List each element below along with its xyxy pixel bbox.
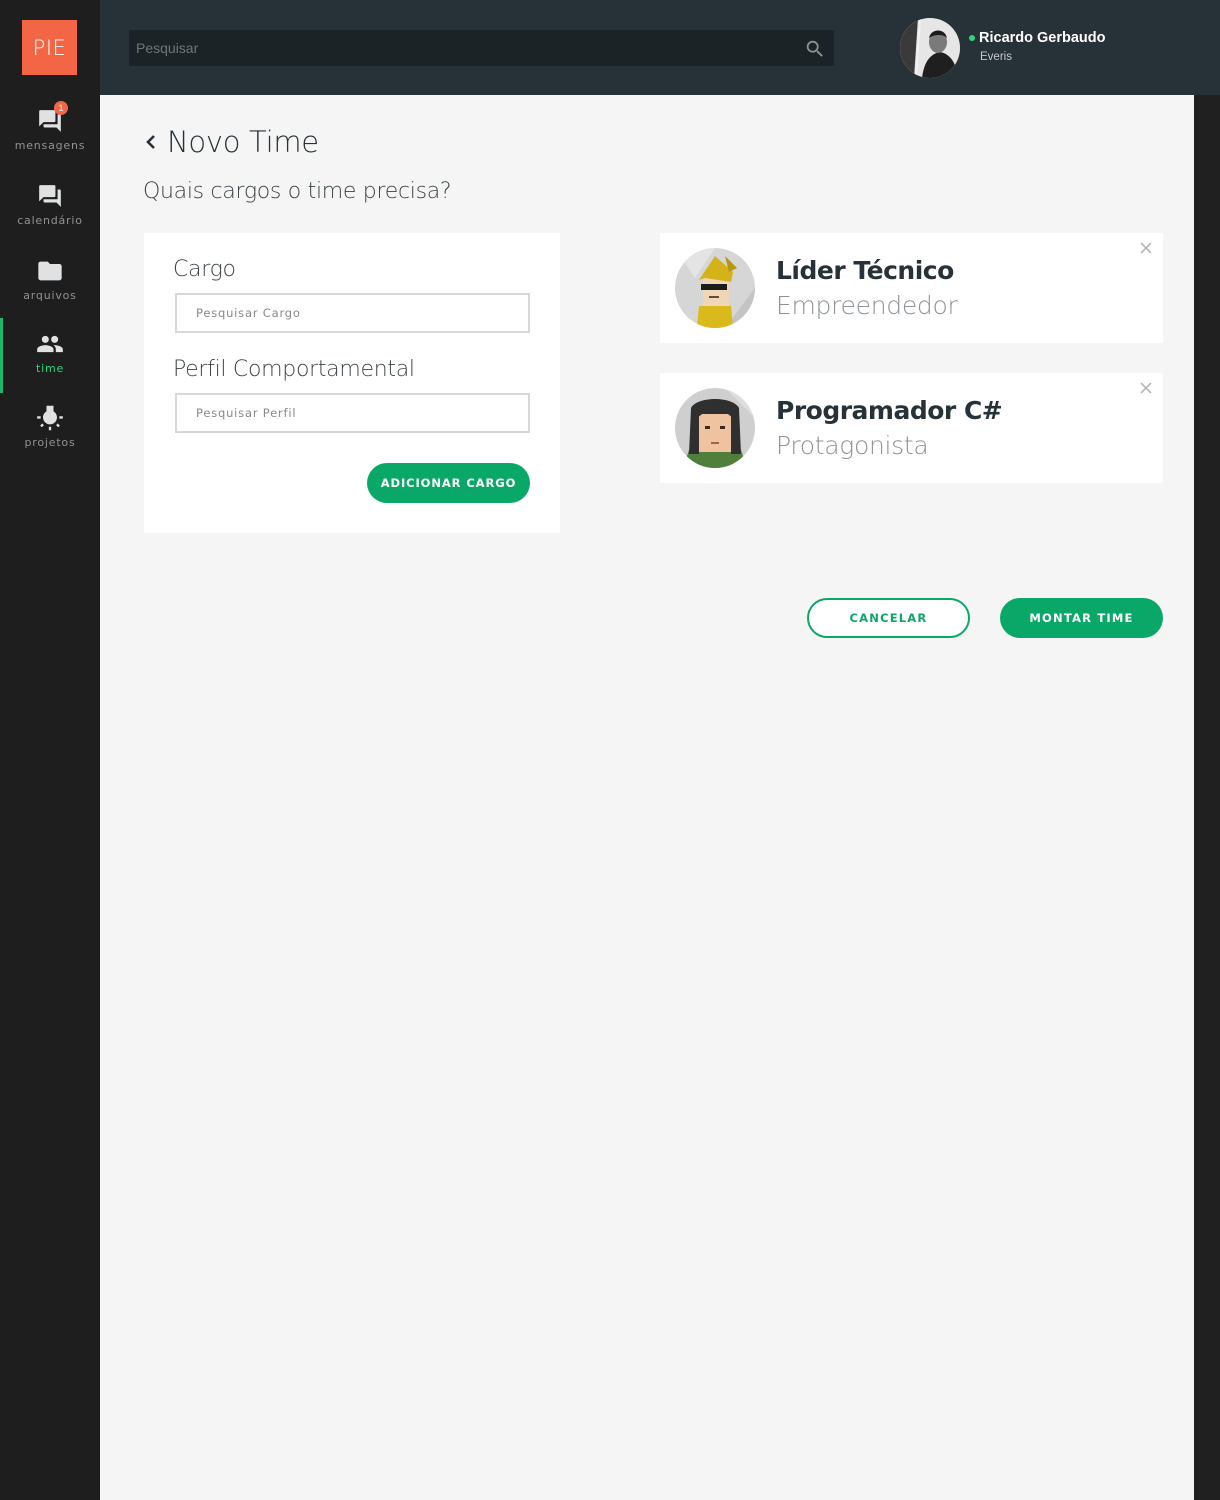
page-header: Novo Time [143,125,319,159]
role-card: Líder Técnico Empreendedor [660,233,1163,343]
build-team-button[interactable]: MONTAR TIME [1000,598,1163,638]
sidebar-item-label: arquivos [23,289,77,302]
dark-hair-character-avatar [675,388,755,468]
add-role-button[interactable]: ADICIONAR CARGO [367,463,530,503]
sidebar-item-label: mensagens [14,139,86,152]
user-avatar[interactable] [900,18,960,78]
add-role-form: Cargo Perfil Comportamental ADICIONAR CA… [144,233,560,533]
forum-icon [36,182,64,210]
page-edge [1194,95,1220,1500]
role-card: Programador C# Protagonista [660,373,1163,483]
sidebar-item-label: time [35,362,65,375]
cargo-search-input[interactable] [175,293,530,333]
top-bar: Ricardo Gerbaudo Everis [100,0,1220,95]
sidebar-item-arquivos[interactable]: arquivos [0,245,100,320]
role-title: Líder Técnico [776,256,954,285]
page-subtitle: Quais cargos o time precisa? [143,179,452,204]
folder-icon [36,257,64,285]
app-logo[interactable]: PIE [22,20,77,75]
online-status-indicator [969,35,975,41]
yellow-character-avatar [675,248,755,328]
sidebar-item-projetos[interactable]: projetos [0,392,100,467]
role-title: Programador C# [776,396,1003,425]
sidebar-item-label: projetos [24,436,76,449]
search-bar [129,30,834,66]
sidebar-item-calendario[interactable]: calendário [0,170,100,245]
page-title: Novo Time [167,125,319,159]
close-icon[interactable] [1139,241,1153,255]
cancel-button[interactable]: CANCELAR [807,598,970,638]
sidebar: PIE 1 mensagens calendário arquivos time… [0,0,100,1500]
chevron-left-icon[interactable] [143,132,159,152]
chat-icon: 1 [36,101,68,135]
sidebar-item-time[interactable]: time [0,318,100,393]
user-name[interactable]: Ricardo Gerbaudo [979,30,1106,46]
perfil-label: Perfil Comportamental [173,357,415,382]
sidebar-item-mensagens[interactable]: 1 mensagens [0,95,100,170]
close-icon[interactable] [1139,381,1153,395]
role-profile: Empreendedor [776,291,958,320]
main-content: Novo Time Quais cargos o time precisa? C… [100,95,1194,1500]
cargo-label: Cargo [173,257,236,282]
sidebar-item-label: calendário [17,214,83,227]
role-profile: Protagonista [776,431,929,460]
notification-badge: 1 [54,101,68,115]
lightbulb-icon [36,404,64,432]
search-icon[interactable] [804,38,826,60]
people-icon [36,330,64,358]
user-company: Everis [980,51,1012,63]
perfil-search-input[interactable] [175,393,530,433]
search-input[interactable] [129,30,834,66]
